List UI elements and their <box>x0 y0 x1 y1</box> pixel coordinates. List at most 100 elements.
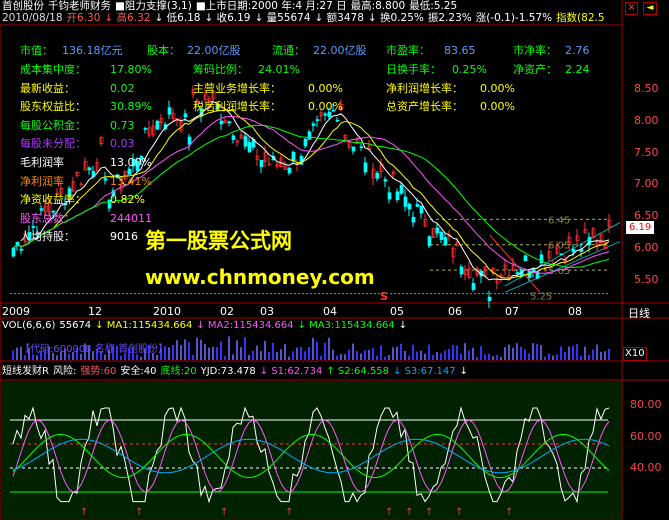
candle-body <box>315 119 320 121</box>
level-label: 5.25 <box>530 292 552 303</box>
volume-bar <box>200 339 202 360</box>
scroll-arrow-icon[interactable]: ◄ <box>643 2 657 15</box>
market-value: 22.00亿股 <box>313 44 367 57</box>
volume-bar <box>368 349 370 360</box>
period-label[interactable]: 日线 <box>628 305 650 321</box>
volume-bar <box>272 342 274 360</box>
volume-bar <box>260 351 262 360</box>
indicator-tick: 40.00 <box>630 461 662 474</box>
price-tick: 6.00 <box>634 240 659 254</box>
info-value: 13.00% <box>110 156 152 169</box>
candle-body <box>11 247 16 257</box>
volume-bar <box>484 354 486 360</box>
volume-bar <box>464 343 466 360</box>
volume-bar <box>600 351 602 360</box>
volume-bar <box>324 342 326 360</box>
indicator-field: 强势:60 <box>80 366 117 377</box>
volume-bar <box>532 343 534 360</box>
volume-bar <box>428 344 430 360</box>
date-tick: 05 <box>390 305 404 318</box>
candle-body <box>403 196 408 207</box>
volume-bar <box>356 351 358 360</box>
volume-bar <box>544 356 546 360</box>
volume-bar <box>608 348 610 360</box>
info-value: 9016 <box>110 230 138 244</box>
info-label: 人均持股： <box>20 230 75 244</box>
date-tick: 2009 <box>2 305 30 318</box>
volume-bar <box>576 344 578 360</box>
candle-body <box>167 107 172 115</box>
price-tick: 7.50 <box>634 145 659 159</box>
candle-body <box>387 192 392 200</box>
candle-body <box>459 266 464 275</box>
volume-bar <box>572 345 574 360</box>
volume-bar <box>12 350 14 360</box>
indicator-field: 安全:40 <box>120 366 157 377</box>
candle-body <box>395 191 400 200</box>
info-value: 0.82% <box>110 193 145 207</box>
volume-bar <box>496 354 498 360</box>
candle-body <box>87 167 92 171</box>
candle-body <box>127 168 132 175</box>
candle-body <box>383 179 388 182</box>
candle-body <box>31 226 36 228</box>
close-icon[interactable]: × <box>625 2 638 15</box>
volume-bar <box>344 354 346 360</box>
volume-bar <box>224 356 226 360</box>
volume-bar <box>540 345 542 360</box>
volume-bar <box>588 354 590 360</box>
stock-code-label: 【代码:600008 名称:首创股份】 <box>20 344 169 355</box>
volume-bar <box>480 346 482 360</box>
level-label: 6.45 <box>548 215 570 226</box>
quote-field: ↓ 收6.19 <box>204 12 251 24</box>
date-tick: 08 <box>568 305 582 318</box>
volume-bar <box>524 349 526 360</box>
info-value: 24.01% <box>258 63 300 76</box>
volume-bar <box>208 347 210 360</box>
ma-line <box>12 124 610 269</box>
volume-bar <box>440 353 442 360</box>
candle-body <box>247 142 252 153</box>
volume-bar <box>16 347 18 360</box>
candle-body <box>471 282 476 290</box>
volume-bar <box>340 353 342 360</box>
volume-bar <box>140 356 142 360</box>
stock-chart[interactable]: 6.456.055.655.25S ↑ ↑ ↑ ↑ ↑ ↑ ↑ ↑ ↑ <box>0 0 669 520</box>
volume-bar <box>168 347 170 360</box>
quote-field: ↓ 低6.18 <box>154 12 201 24</box>
indicator-title: 短线发财R <box>2 366 49 377</box>
candle-body <box>415 204 420 207</box>
info-value: 2.24 <box>565 63 590 76</box>
volume-bar <box>516 343 518 360</box>
volume-bar <box>288 356 290 360</box>
volume-bar <box>416 351 418 360</box>
market-label: 市值： <box>20 44 53 57</box>
volume-bar <box>580 355 582 360</box>
indicator-field: 底线:20 <box>160 366 197 377</box>
header-field: 最高:8.800 <box>350 0 406 12</box>
volume-bar <box>364 350 366 360</box>
info-value: 17.80% <box>110 63 152 76</box>
market-value: 136.18亿元 <box>62 44 123 57</box>
buy-arrow-icon: ↑ <box>405 507 413 518</box>
indicator-field: ↓ S3:67.147 <box>393 366 456 377</box>
candle-body <box>187 136 192 145</box>
volume-bar <box>512 347 514 360</box>
header-row-2: 2010/08/18 开6.30 ↓ 高6.32 ↓ 低6.18 ↓ 收6.19 ↓ 量5… <box>2 13 609 24</box>
header-field: 千钧老师财务 <box>48 0 111 12</box>
quote-field: 涨(-0.1)-1.57% <box>475 12 553 24</box>
volume-bar <box>204 343 206 360</box>
volume-bar <box>56 355 58 360</box>
info-value: 244011 <box>110 211 152 225</box>
info-label: 股东总数： <box>20 211 75 225</box>
candle-body <box>155 120 160 130</box>
volume-bar <box>392 347 394 360</box>
volume-bar <box>256 345 258 360</box>
indicator-field: ↑ S2:64.558 <box>326 366 390 377</box>
candle-body <box>291 151 296 162</box>
volume-bar <box>228 336 230 360</box>
info-value: 30.89% <box>110 100 152 114</box>
volume-bar <box>352 343 354 360</box>
volume-bar <box>300 347 302 360</box>
candle-body <box>227 121 232 124</box>
